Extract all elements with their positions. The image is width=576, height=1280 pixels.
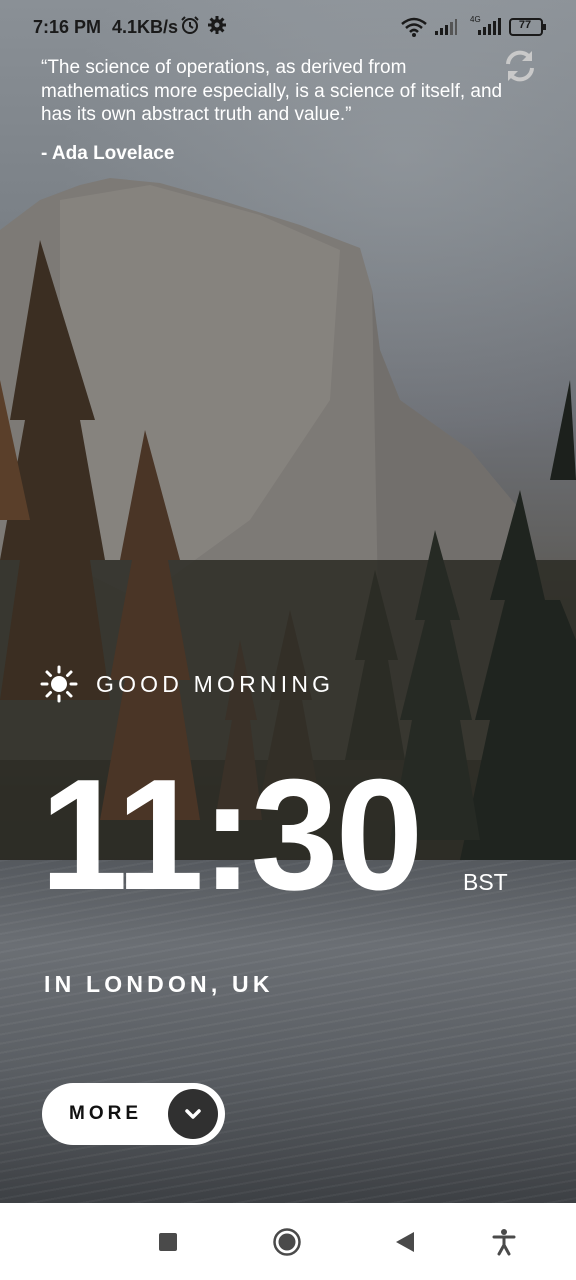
timezone-label: BST	[463, 869, 508, 895]
status-bar: 7:16 PM 4.1KB/s 4G 77	[0, 0, 576, 56]
battery-level: 77	[518, 19, 532, 31]
recents-icon	[159, 1233, 177, 1251]
accessibility-button[interactable]	[489, 1227, 519, 1257]
more-button-circle	[168, 1089, 218, 1139]
status-time: 7:16 PM	[33, 17, 102, 37]
recents-button[interactable]	[153, 1227, 183, 1257]
greeting-text: GOOD MORNING	[96, 670, 335, 697]
accessibility-icon	[492, 1229, 516, 1256]
back-icon	[396, 1232, 414, 1252]
network-type-label: 4G	[470, 15, 481, 24]
chevron-down-icon	[185, 1109, 201, 1119]
navigation-bar	[0, 1203, 576, 1280]
sun-icon	[40, 665, 78, 703]
quote-text: “The science of operations, as derived f…	[41, 57, 503, 125]
home-button[interactable]	[272, 1227, 302, 1257]
signal-icon	[434, 18, 458, 41]
refresh-quote-button[interactable]	[500, 46, 540, 86]
signal-4g-icon: 4G	[468, 14, 502, 41]
more-button-label: MORE	[69, 1103, 142, 1124]
home-icon	[273, 1228, 301, 1256]
more-button[interactable]: MORE	[42, 1083, 225, 1145]
back-button[interactable]	[390, 1227, 420, 1257]
refresh-icon	[506, 50, 534, 82]
alarm-icon	[180, 15, 200, 40]
location-label: IN LONDON, UK	[44, 971, 274, 997]
status-net-speed: 4.1KB/s	[112, 17, 179, 37]
quote-author: - Ada Lovelace	[41, 143, 175, 164]
settings-icon	[207, 15, 227, 40]
wifi-icon	[401, 17, 427, 42]
clock-time: 11:30	[40, 747, 423, 923]
greeting-row: GOOD MORNING	[40, 664, 334, 704]
wallpaper-background: 7:16 PM 4.1KB/s 4G 77 “The science of op…	[0, 0, 576, 1203]
